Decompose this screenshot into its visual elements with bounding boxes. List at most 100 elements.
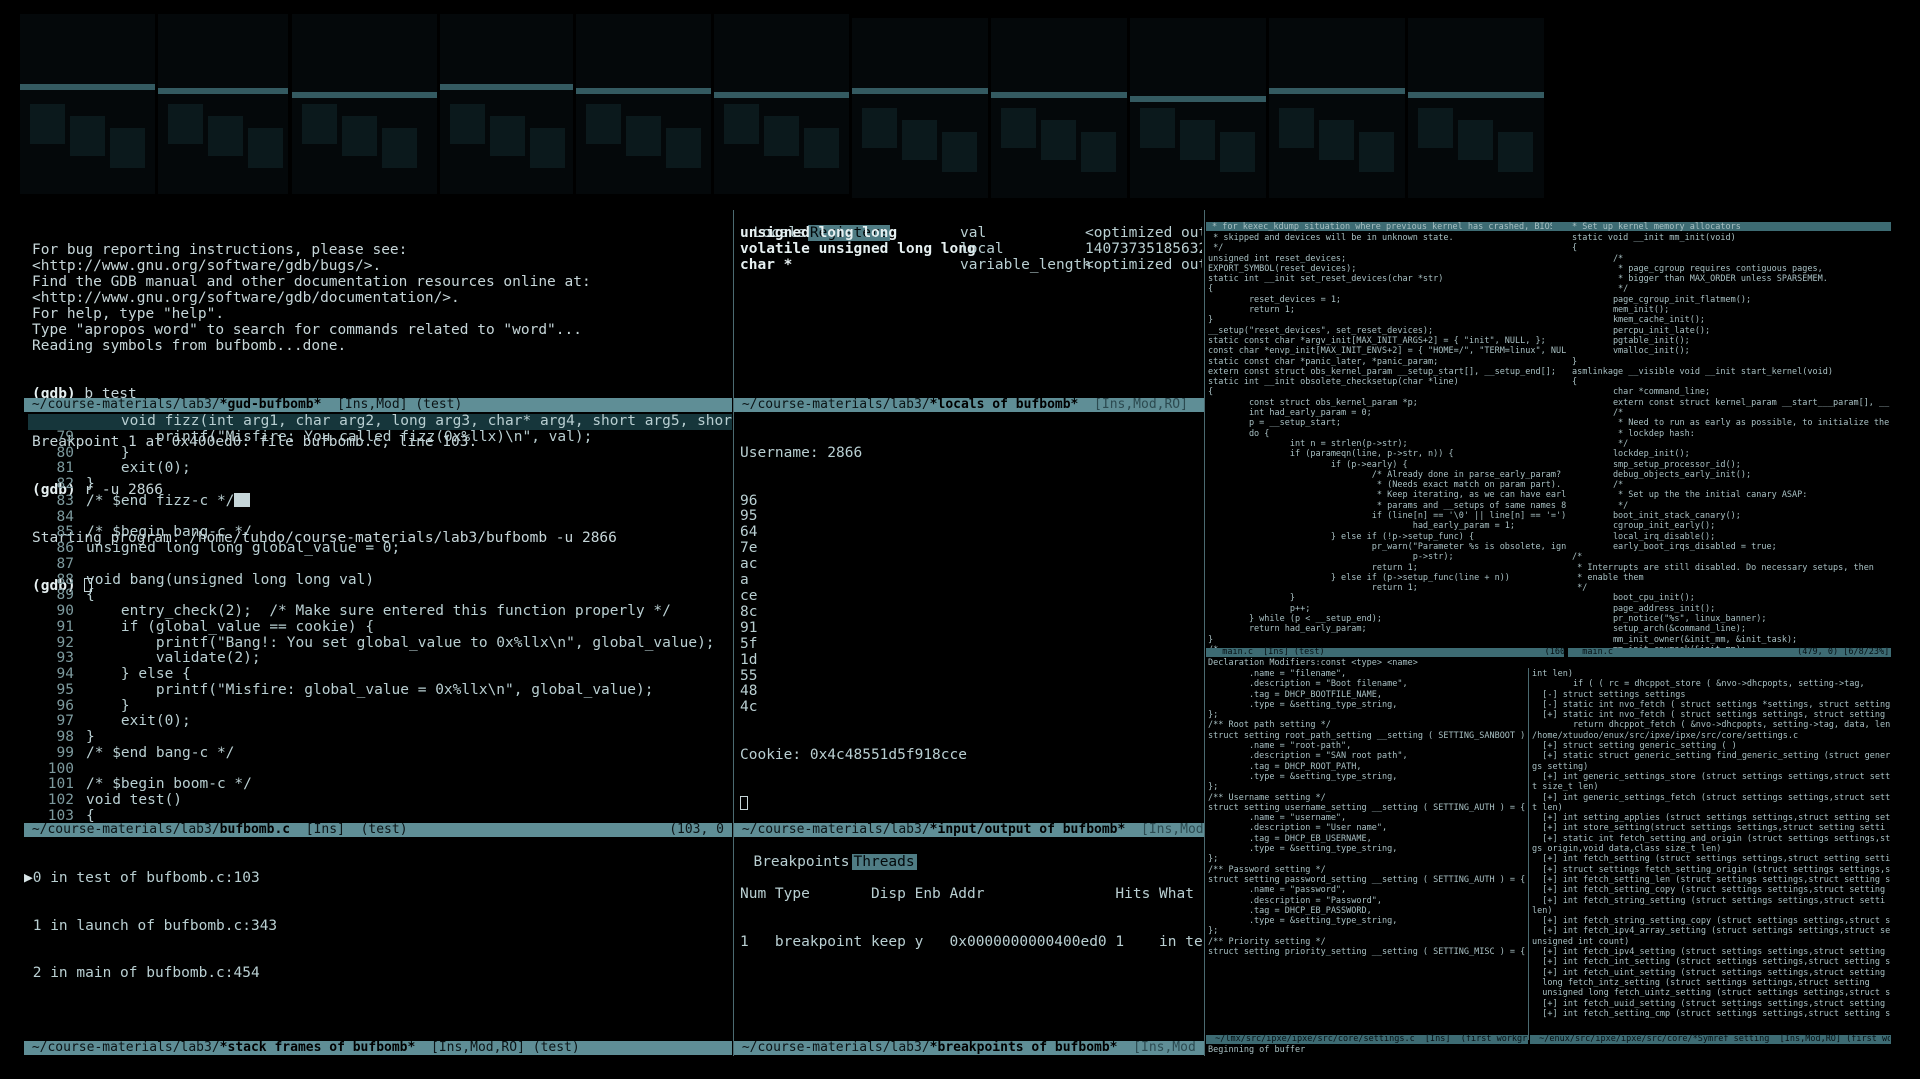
code-line: /** Root path setting */	[1208, 720, 1331, 731]
source-line[interactable]: 91 if (global_value == cookie) {	[28, 619, 732, 636]
source-line[interactable]: 95 printf("Misfire: global_value = 0x%ll…	[28, 682, 732, 699]
code-line: [+] int generic_settings_fetch (struct s…	[1532, 792, 1890, 803]
thumbnail-block	[1359, 132, 1394, 172]
workspace-thumbnail[interactable]	[292, 14, 437, 194]
code-line: .type = &setting_type_string,	[1208, 844, 1398, 855]
symref-results-list[interactable]: int len) if ( ( rc = dhcppot_store ( &nv…	[1532, 669, 1890, 1041]
workspace-thumbnail[interactable]	[576, 14, 711, 194]
source-line[interactable]: 80 }	[28, 445, 732, 462]
stack-frame-row[interactable]: 1 in launch of bufbomb.c:343	[24, 918, 277, 935]
source-line[interactable]: 96 }	[28, 698, 732, 715]
local-type: unsigned long long	[740, 226, 898, 241]
code-line: * Interrupts are still disabled. Do nece…	[1572, 562, 1874, 573]
source-line[interactable]: 100	[28, 761, 732, 778]
modeline-buffer-name: *input/output of bufbomb*	[929, 823, 1126, 837]
thumbnail-block	[208, 116, 243, 156]
code-line: } else if (p->setup_func(line + n))	[1208, 572, 1510, 583]
code-line: t size_t len)	[1532, 782, 1599, 793]
source-line[interactable]: 89 {	[28, 587, 732, 604]
locals-row[interactable]: volatile unsigned long longlocal 14073735…	[740, 241, 1202, 258]
code-line: page_cgroup_init_flatmem();	[1572, 294, 1752, 305]
modeline-state: [Ins,Mod	[1125, 823, 1204, 837]
locals-table[interactable]: unsigned long longval<optimized out>vola…	[740, 226, 1202, 274]
source-text: /* $end bang-c */	[86, 744, 235, 761]
code-line: [-] static int nvo_fetch ( struct settin…	[1532, 699, 1890, 710]
code-line: .tag = DHCP_BOOTFILE_NAME,	[1208, 689, 1382, 700]
code-line: if ( ( rc = dhcppot_store ( &nvo->dhcpop…	[1532, 679, 1865, 690]
workspace-thumbnail[interactable]	[1130, 18, 1266, 198]
gud-modeline[interactable]: ~/course-materials/lab3/*gud-bufbomb* [I…	[24, 398, 732, 412]
code-line: early_boot_irqs_disabled = true;	[1572, 541, 1777, 552]
breakpoints-table[interactable]: Num Type Disp Enb Addr Hits What 1 break…	[740, 855, 1202, 966]
workspace-thumbnail[interactable]	[714, 14, 849, 194]
workspace-thumbnail[interactable]	[20, 14, 155, 194]
code-line: [+] int fetch_setting_len (struct settin…	[1532, 874, 1890, 885]
workspace-thumbnail[interactable]	[1269, 18, 1405, 198]
workspace-thumbnail[interactable]	[158, 14, 288, 194]
source-line[interactable]: 79 printf("Misfire: You called fizz(0x%l…	[28, 428, 732, 446]
window-divider[interactable]	[1204, 210, 1205, 1056]
source-line[interactable]: 98}	[28, 729, 732, 746]
stack-frames-panel[interactable]: ▶0 in test of bufbomb.c:103 1 in launch …	[24, 839, 277, 998]
code-line: int n = strlen(p->str);	[1208, 438, 1408, 449]
code-line: had_early_param = 1;	[1208, 521, 1516, 532]
source-line[interactable]: void fizz(int arg1, char arg2, long arg3…	[28, 414, 732, 430]
source-line[interactable]: 81 exit(0);	[28, 460, 732, 477]
source-line[interactable]: 87	[28, 556, 732, 573]
breakpoint-row[interactable]: 1 breakpoint keep y 0x0000000000400ed0 1…	[740, 934, 1202, 951]
stack-frame-row[interactable]: ▶0 in test of bufbomb.c:103	[24, 870, 277, 887]
stack-modeline[interactable]: ~/course-materials/lab3/*stack frames of…	[24, 1041, 732, 1055]
code-line: .description = "Password",	[1208, 895, 1382, 906]
workspace-thumbnail[interactable]	[1408, 18, 1544, 198]
locals-modeline[interactable]: ~/course-materials/lab3/*locals of bufbo…	[734, 398, 1204, 412]
code-line: .name = "root-path",	[1208, 741, 1352, 752]
thumbnail-modeline	[440, 84, 573, 90]
source-line[interactable]: 92 printf("Bang!: You set global_value t…	[28, 635, 732, 652]
code-line: mem_init();	[1572, 305, 1670, 316]
io-byte: ac	[740, 556, 758, 573]
source-line[interactable]: 102 void test()	[28, 792, 732, 809]
source-line[interactable]: 90 entry_check(2); /* Make sure entered …	[28, 603, 732, 620]
code-line: * Set up the the initial canary ASAP:	[1572, 490, 1808, 501]
kernel-main-editor-left[interactable]: * skipped and devices will be in unknown…	[1208, 233, 1566, 648]
source-line[interactable]: 94 } else {	[28, 666, 732, 683]
window-divider[interactable]	[733, 210, 734, 1056]
source-line[interactable]: 88 void bang(unsigned long long val)	[28, 572, 732, 589]
source-line[interactable]: 82}	[28, 476, 732, 493]
thumbnail-block	[342, 116, 377, 156]
source-line[interactable]: 97 exit(0);	[28, 713, 732, 730]
code-line: [-] struct settings settings	[1532, 689, 1686, 700]
code-line: const struct obs_kernel_param *p;	[1208, 397, 1418, 408]
source-line[interactable]: 93 validate(2);	[28, 650, 732, 667]
workspace-thumbnail[interactable]	[852, 18, 988, 198]
breakpoints-modeline[interactable]: ~/course-materials/lab3/*breakpoints of …	[734, 1041, 1204, 1055]
settings-source-editor[interactable]: .name = "filename", .description = "Boot…	[1208, 669, 1528, 1029]
source-line[interactable]: 83 /* $end fizz-c */	[28, 492, 732, 510]
window-divider[interactable]	[1528, 668, 1529, 1040]
source-line[interactable]: 99 /* $end bang-c */	[28, 744, 732, 762]
source-line[interactable]: 101 /* $begin boom-c */	[28, 776, 732, 793]
source-line[interactable]: 84	[28, 509, 732, 526]
code-line: return dhcppot_fetch ( &nvo->dhcpopts, s…	[1532, 720, 1890, 731]
kernel-main-editor-right[interactable]: static void __init mm_init(void){ /* * p…	[1572, 233, 1890, 648]
locals-row[interactable]: char * variable_length<optimized out>	[740, 257, 1202, 274]
code-line: /*	[1572, 253, 1624, 264]
modeline-state: [Ins] (test)	[290, 823, 416, 837]
io-modeline[interactable]: ~/course-materials/lab3/*input/output of…	[734, 823, 1204, 837]
io-panel[interactable]: Username: 2866 96 95 64 7e ac a ce 8c 91 5f 1d 55 48…	[740, 414, 967, 829]
code-line: cgroup_init_early();	[1572, 521, 1716, 532]
io-byte: 96	[740, 492, 758, 509]
source-modeline[interactable]: ~/course-materials/lab3/bufbomb.c [Ins] …	[24, 823, 732, 837]
locals-row[interactable]: unsigned long long val <optimized out>	[740, 226, 1202, 242]
source-editor[interactable]: void fizz(int arg1, char arg2, long arg3…	[28, 414, 732, 825]
workspace-thumbnail[interactable]	[991, 18, 1127, 198]
code-line: [+] int fetch_setting_copy (struct setti…	[1532, 885, 1890, 896]
code-line: p++;	[1208, 603, 1311, 614]
thumbnail-block	[490, 116, 525, 156]
workspace-thumbnail[interactable]	[440, 14, 573, 194]
line-number: 79	[56, 428, 74, 445]
stack-frame-row[interactable]: 2 in main of bufbomb.c:454	[24, 965, 277, 982]
source-line[interactable]: 85 /* $begin bang-c */	[28, 524, 732, 541]
source-line[interactable]: 86 unsigned long long global_value = 0;	[28, 540, 732, 557]
thumbnail-block	[1498, 132, 1533, 172]
